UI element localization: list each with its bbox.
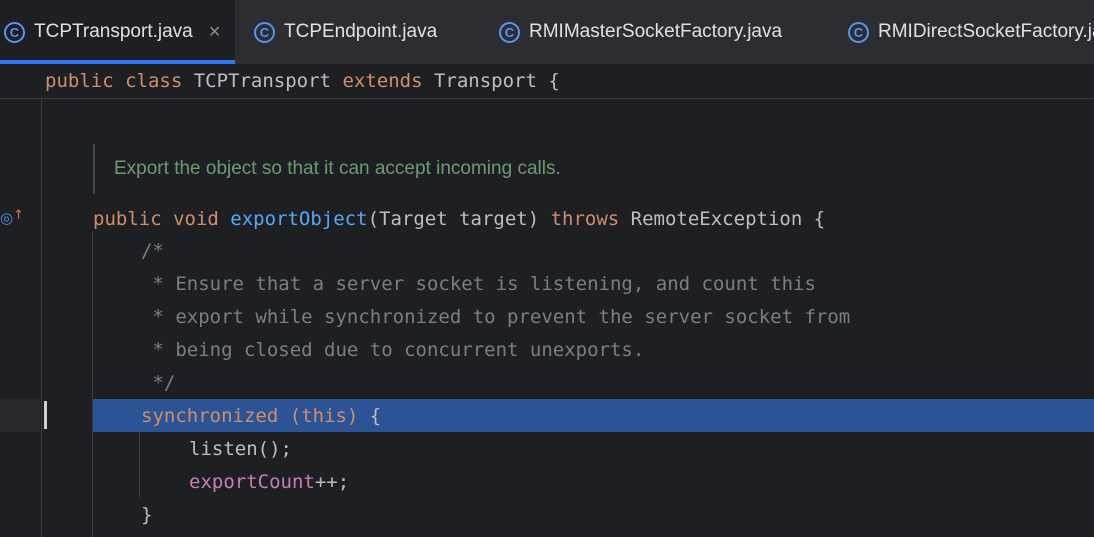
method-icon: ◎ xyxy=(0,209,14,227)
class-icon: C xyxy=(254,21,275,43)
comment-line: * export while synchronized to prevent t… xyxy=(141,306,851,328)
superclass-name: Transport { xyxy=(422,70,560,92)
field-name: exportCount xyxy=(189,471,315,493)
gutter-current-line xyxy=(0,399,40,432)
method-name: exportObject xyxy=(230,208,368,230)
class-icon: C xyxy=(499,21,520,43)
sticky-code-line: public class TCPTransport extends Transp… xyxy=(45,65,560,98)
tab-tcptransport[interactable]: C TCPTransport.java × xyxy=(0,0,235,64)
keyword: public class xyxy=(45,70,183,92)
keyword: public void xyxy=(93,208,231,230)
override-up-icon[interactable]: ◎↑ xyxy=(0,208,24,227)
comment-line: */ xyxy=(141,372,176,394)
code-editor[interactable]: Export the object so that it can accept … xyxy=(0,99,1094,537)
indent-guide xyxy=(41,99,42,537)
keyword: extends xyxy=(342,70,423,92)
class-icon: C xyxy=(848,21,869,43)
tab-label: RMIDirectSocketFactory.java xyxy=(878,21,1094,42)
comment-line: /* xyxy=(141,240,164,262)
code-line-close-brace: } xyxy=(141,504,153,526)
exception-type: RemoteException { xyxy=(619,208,826,230)
tab-rmimastersocketfactory[interactable]: C RMIMasterSocketFactory.java xyxy=(499,0,782,64)
keyword: synchronized xyxy=(141,405,290,427)
comment-line: * being closed due to concurrent unexpor… xyxy=(141,339,645,361)
indent-guide xyxy=(139,432,140,498)
tab-label: TCPTransport.java xyxy=(34,21,193,42)
code-line-export-count: exportCount++; xyxy=(189,466,349,499)
tab-rmidirectsocketfactory[interactable]: C RMIDirectSocketFactory.java xyxy=(848,0,1094,64)
params: (Target target) xyxy=(367,208,551,230)
keyword: throws xyxy=(550,208,620,230)
arrow-up-icon: ↑ xyxy=(13,208,24,223)
tab-label: TCPEndpoint.java xyxy=(284,21,438,42)
class-name: TCPTransport xyxy=(182,70,343,92)
operator: ++; xyxy=(314,471,350,493)
brace: { xyxy=(358,405,382,427)
code-line-listen: listen(); xyxy=(189,438,292,460)
keyword-this: (this) xyxy=(289,405,359,427)
rendered-javadoc: Export the object so that it can accept … xyxy=(93,144,561,194)
code-line-method: public void exportObject(Target target) … xyxy=(93,203,825,236)
text-caret xyxy=(44,401,47,429)
editor-tab-bar: C TCPTransport.java × C TCPEndpoint.java… xyxy=(0,0,1094,65)
tab-label: RMIMasterSocketFactory.java xyxy=(529,21,783,42)
indent-guide xyxy=(92,232,93,537)
tab-tcpendpoint[interactable]: C TCPEndpoint.java xyxy=(254,0,437,64)
sticky-class-header[interactable]: public class TCPTransport extends Transp… xyxy=(0,65,1094,99)
close-icon[interactable]: × xyxy=(209,21,221,44)
code-line-synchronized: synchronized (this) { xyxy=(141,400,381,433)
class-icon: C xyxy=(4,21,25,43)
comment-line: * Ensure that a server socket is listeni… xyxy=(141,273,816,295)
